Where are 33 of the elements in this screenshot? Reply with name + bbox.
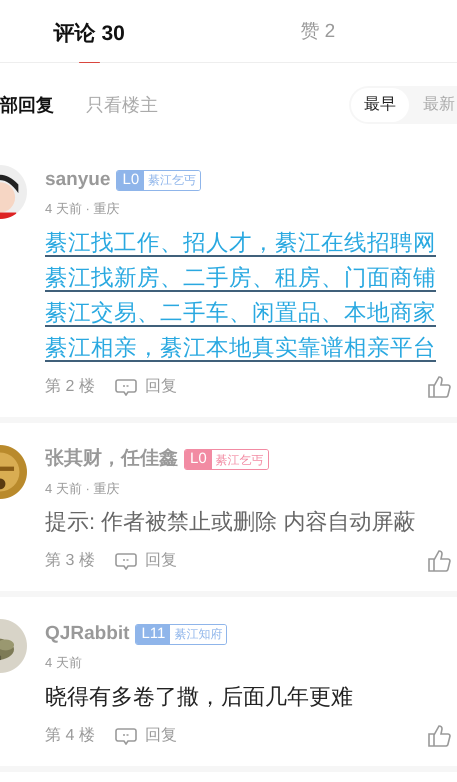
floor-number: 第 4 楼 (45, 726, 95, 746)
reply-button[interactable]: 回复 (114, 549, 177, 573)
link[interactable]: 綦江交易、二手车、闲置品、本地商家 (45, 294, 457, 330)
reply-button[interactable]: 回复 (114, 724, 177, 748)
sort-option[interactable]: 最新 (409, 88, 457, 122)
comment-icon (114, 726, 137, 744)
link[interactable]: 綦江找新房、二手房、租房、门面商铺 (45, 260, 457, 294)
reply-button[interactable]: 回复 (114, 374, 177, 398)
level-badge: L0 綦江乞丐 (116, 170, 202, 190)
sort-option[interactable]: 最早 (351, 88, 409, 122)
link[interactable]: 綦江相亲，綦江本地真实靠谱相亲平台 (45, 330, 457, 364)
username[interactable]: QJRabbit (45, 620, 130, 648)
comment-icon (114, 378, 137, 396)
thumbs-up-icon[interactable] (427, 549, 451, 573)
post-meta: 4 天前 · 重庆 (45, 200, 120, 218)
username[interactable]: 张其财，任佳鑫 (45, 445, 178, 474)
floor-number: 第 2 楼 (45, 376, 95, 396)
link[interactable]: 綦江找工作、招人才，綦江在线招聘网 (45, 224, 457, 260)
tab[interactable]: 赞 2 (300, 18, 336, 46)
post-meta: 4 天前 (45, 654, 83, 672)
filter-tab[interactable]: 只看楼主 (86, 92, 158, 118)
comment-icon (114, 552, 137, 570)
post-meta: 4 天前 · 重庆 (45, 480, 120, 498)
thumbs-up-icon[interactable] (427, 724, 451, 748)
comment-text: 晓得有多卷了撒，后面几年更难 (45, 682, 354, 710)
tab[interactable]: 评论 30 (54, 18, 125, 50)
comment-text: 提示: 作者被禁止或删除 内容自动屏蔽 (45, 508, 416, 536)
username[interactable]: sanyue (45, 166, 110, 194)
floor-number: 第 3 楼 (45, 550, 95, 571)
level-badge: L11 綦江知府 (135, 624, 228, 644)
thumbs-up-icon[interactable] (427, 374, 451, 398)
level-badge: L0 綦江乞丐 (184, 449, 269, 470)
filter-tab[interactable]: 部回复 (0, 92, 54, 118)
